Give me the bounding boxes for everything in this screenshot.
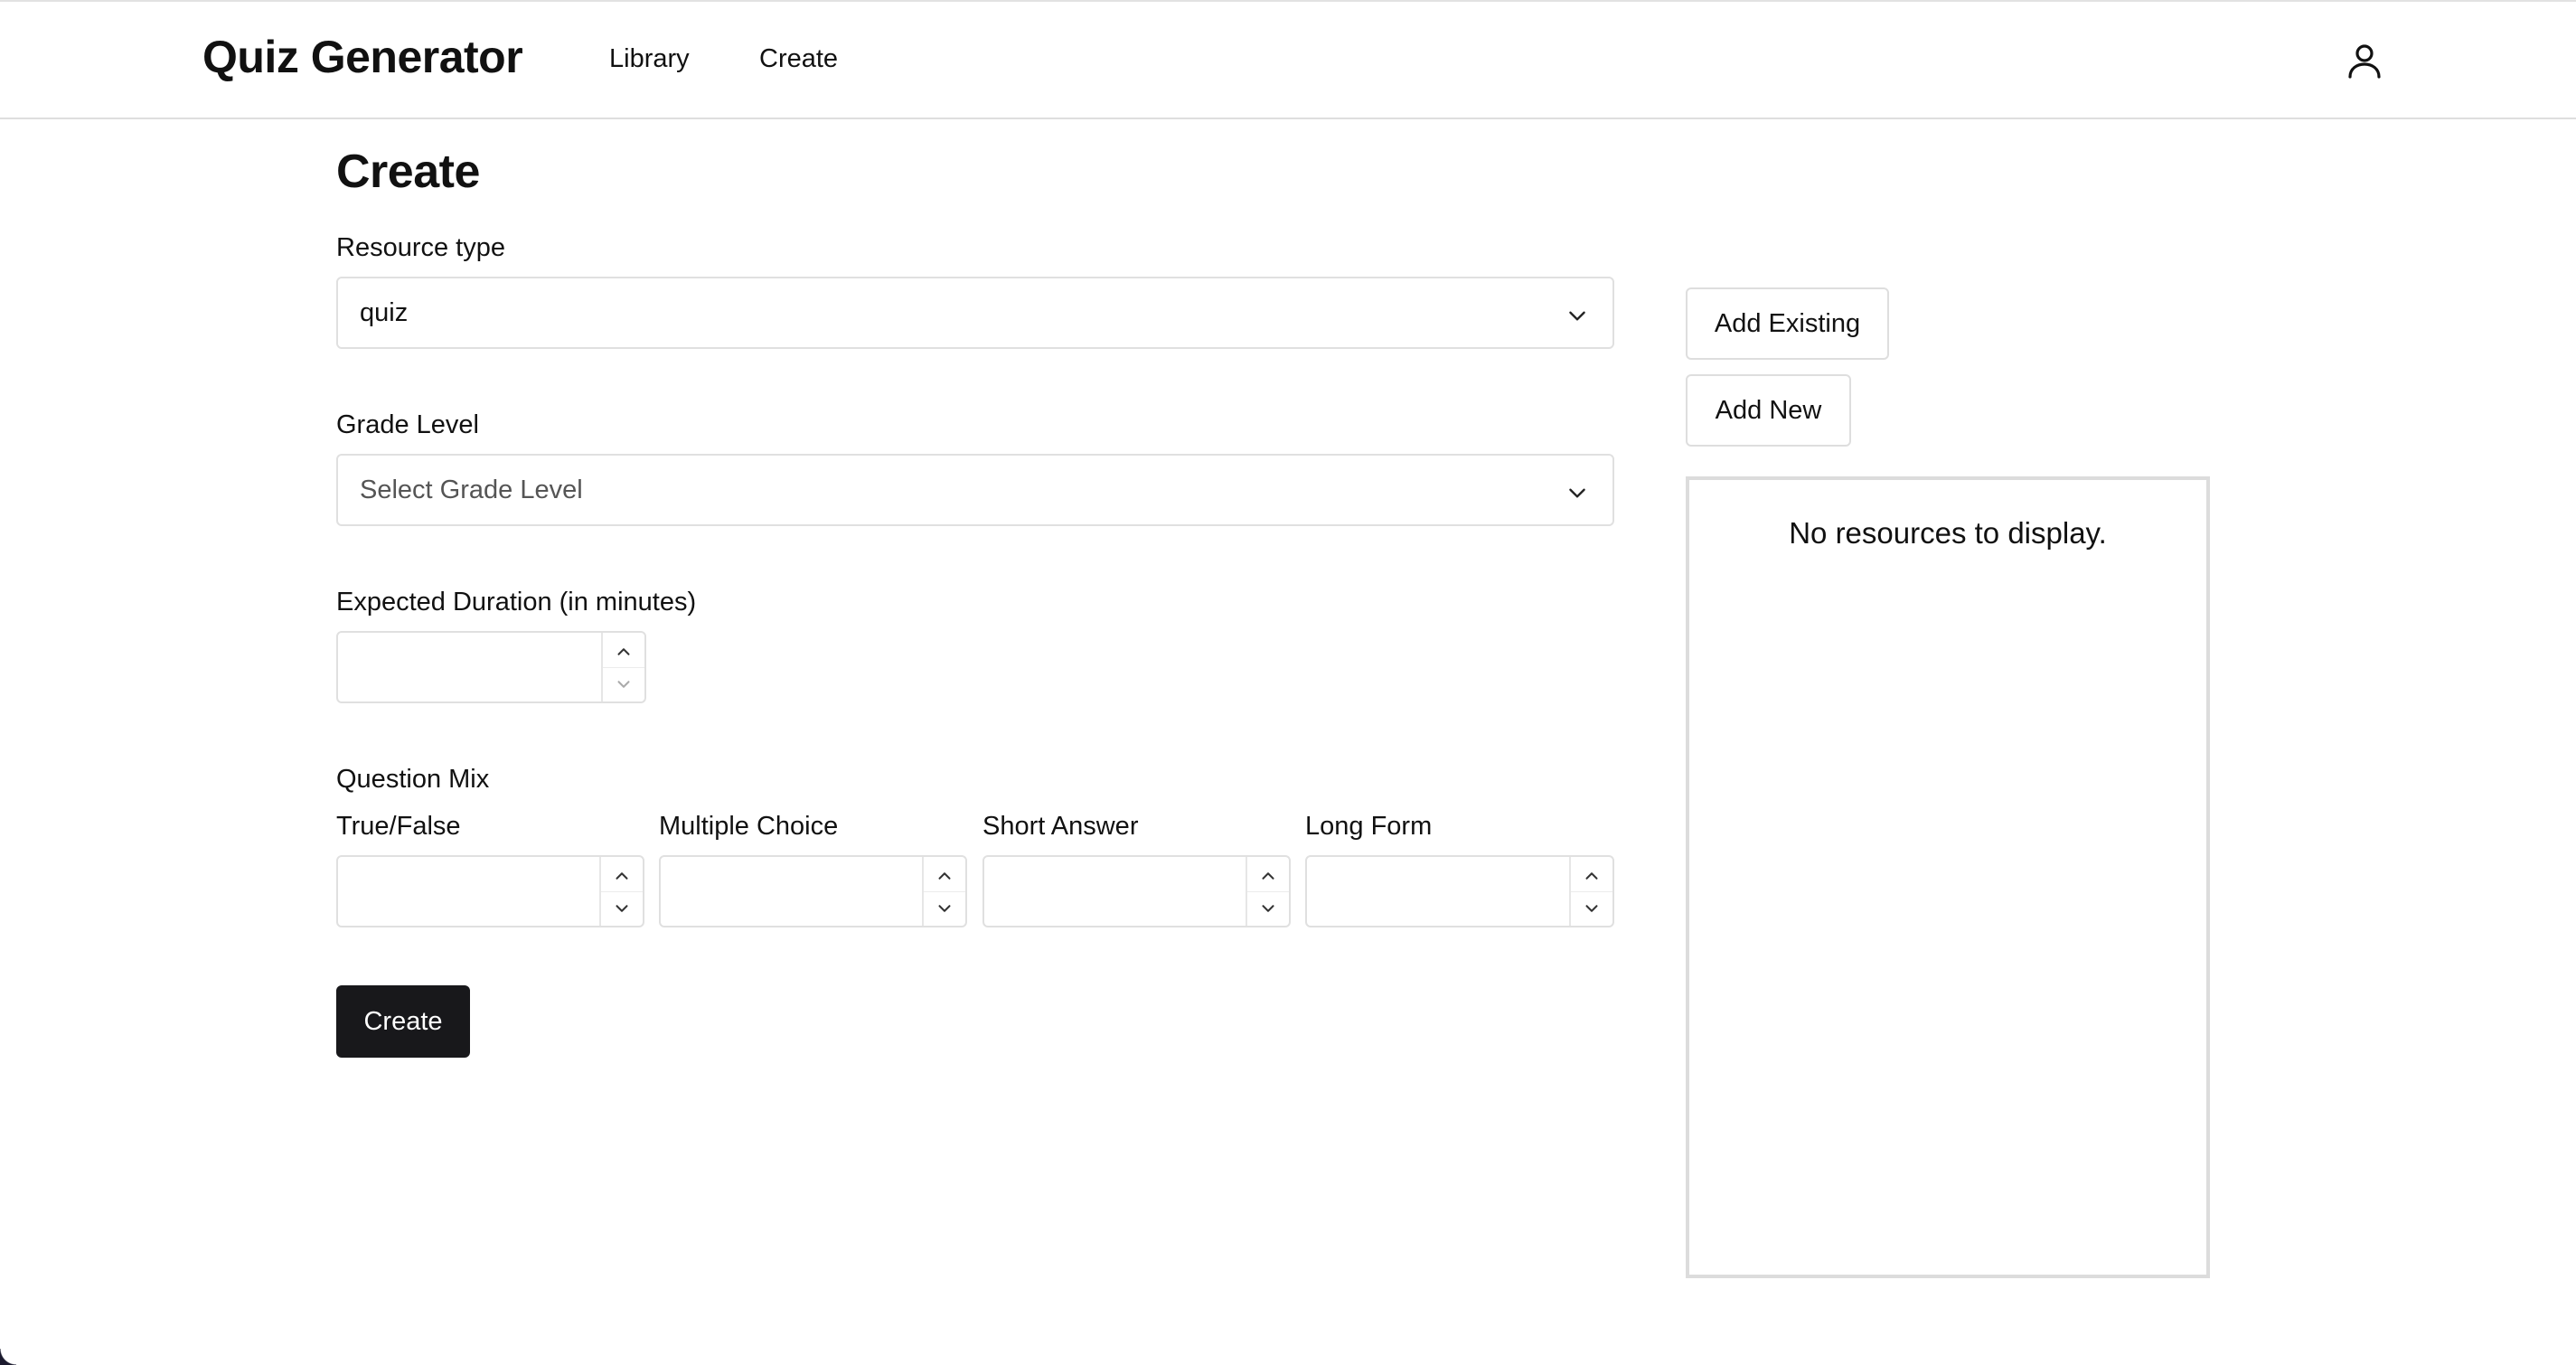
user-icon	[2348, 44, 2381, 79]
nav-link-create[interactable]: Create	[759, 44, 838, 74]
brand-title: Quiz Generator	[202, 32, 523, 82]
duration-field[interactable]	[338, 633, 601, 701]
duration-decrement[interactable]	[603, 667, 644, 701]
duration-input	[336, 631, 646, 703]
true-false-field[interactable]	[338, 857, 599, 926]
chevron-down-icon	[1569, 311, 1585, 321]
chevron-up-icon	[938, 872, 951, 880]
short-answer-input	[982, 855, 1291, 927]
grade-level-placeholder: Select Grade Level	[360, 475, 583, 504]
long-form-decrement[interactable]	[1571, 891, 1612, 926]
duration-increment[interactable]	[603, 633, 644, 668]
user-menu-button[interactable]	[2343, 38, 2386, 83]
long-form-input	[1305, 855, 1614, 927]
chevron-down-icon	[616, 905, 628, 912]
multiple-choice-label: Multiple Choice	[659, 812, 839, 841]
chevron-up-icon	[1262, 872, 1274, 880]
empty-resources-message: No resources to display.	[1789, 516, 2107, 550]
create-button[interactable]: Create	[336, 985, 470, 1058]
chevron-up-icon	[616, 872, 628, 880]
true-false-stepper	[599, 857, 643, 926]
true-false-label: True/False	[336, 812, 461, 841]
short-answer-decrement[interactable]	[1247, 891, 1289, 926]
true-false-increment[interactable]	[601, 857, 643, 892]
resource-type-select[interactable]: quiz	[336, 277, 1614, 349]
short-answer-label: Short Answer	[982, 812, 1139, 841]
chevron-down-icon	[1569, 488, 1585, 498]
add-existing-button[interactable]: Add Existing	[1686, 287, 1889, 360]
resource-type-value: quiz	[360, 298, 409, 327]
page-title: Create	[336, 146, 480, 198]
multiple-choice-decrement[interactable]	[924, 891, 965, 926]
chevron-up-icon	[1585, 872, 1598, 880]
duration-stepper	[601, 633, 644, 701]
multiple-choice-input	[659, 855, 967, 927]
short-answer-field[interactable]	[984, 857, 1246, 926]
chevron-up-icon	[617, 648, 630, 655]
grade-level-label: Grade Level	[336, 410, 479, 439]
long-form-field[interactable]	[1307, 857, 1569, 926]
long-form-increment[interactable]	[1571, 857, 1612, 892]
chevron-down-icon	[617, 681, 630, 688]
grade-level-select[interactable]: Select Grade Level	[336, 454, 1614, 526]
resources-panel: No resources to display.	[1686, 476, 2210, 1278]
add-new-button[interactable]: Add New	[1686, 374, 1851, 447]
chevron-down-icon	[938, 905, 951, 912]
long-form-stepper	[1569, 857, 1612, 926]
long-form-label: Long Form	[1305, 812, 1433, 841]
window-corner	[0, 1349, 16, 1365]
multiple-choice-stepper	[922, 857, 965, 926]
true-false-input	[336, 855, 644, 927]
multiple-choice-field[interactable]	[661, 857, 922, 926]
duration-label: Expected Duration (in minutes)	[336, 588, 697, 617]
short-answer-stepper	[1246, 857, 1289, 926]
multiple-choice-increment[interactable]	[924, 857, 965, 892]
nav-link-library[interactable]: Library	[609, 44, 690, 74]
chevron-down-icon	[1585, 905, 1598, 912]
short-answer-increment[interactable]	[1247, 857, 1289, 892]
question-mix-label: Question Mix	[336, 765, 490, 794]
resource-type-label: Resource type	[336, 233, 505, 262]
true-false-decrement[interactable]	[601, 891, 643, 926]
chevron-down-icon	[1262, 905, 1274, 912]
app-header: Quiz Generator Library Create	[0, 2, 2576, 119]
